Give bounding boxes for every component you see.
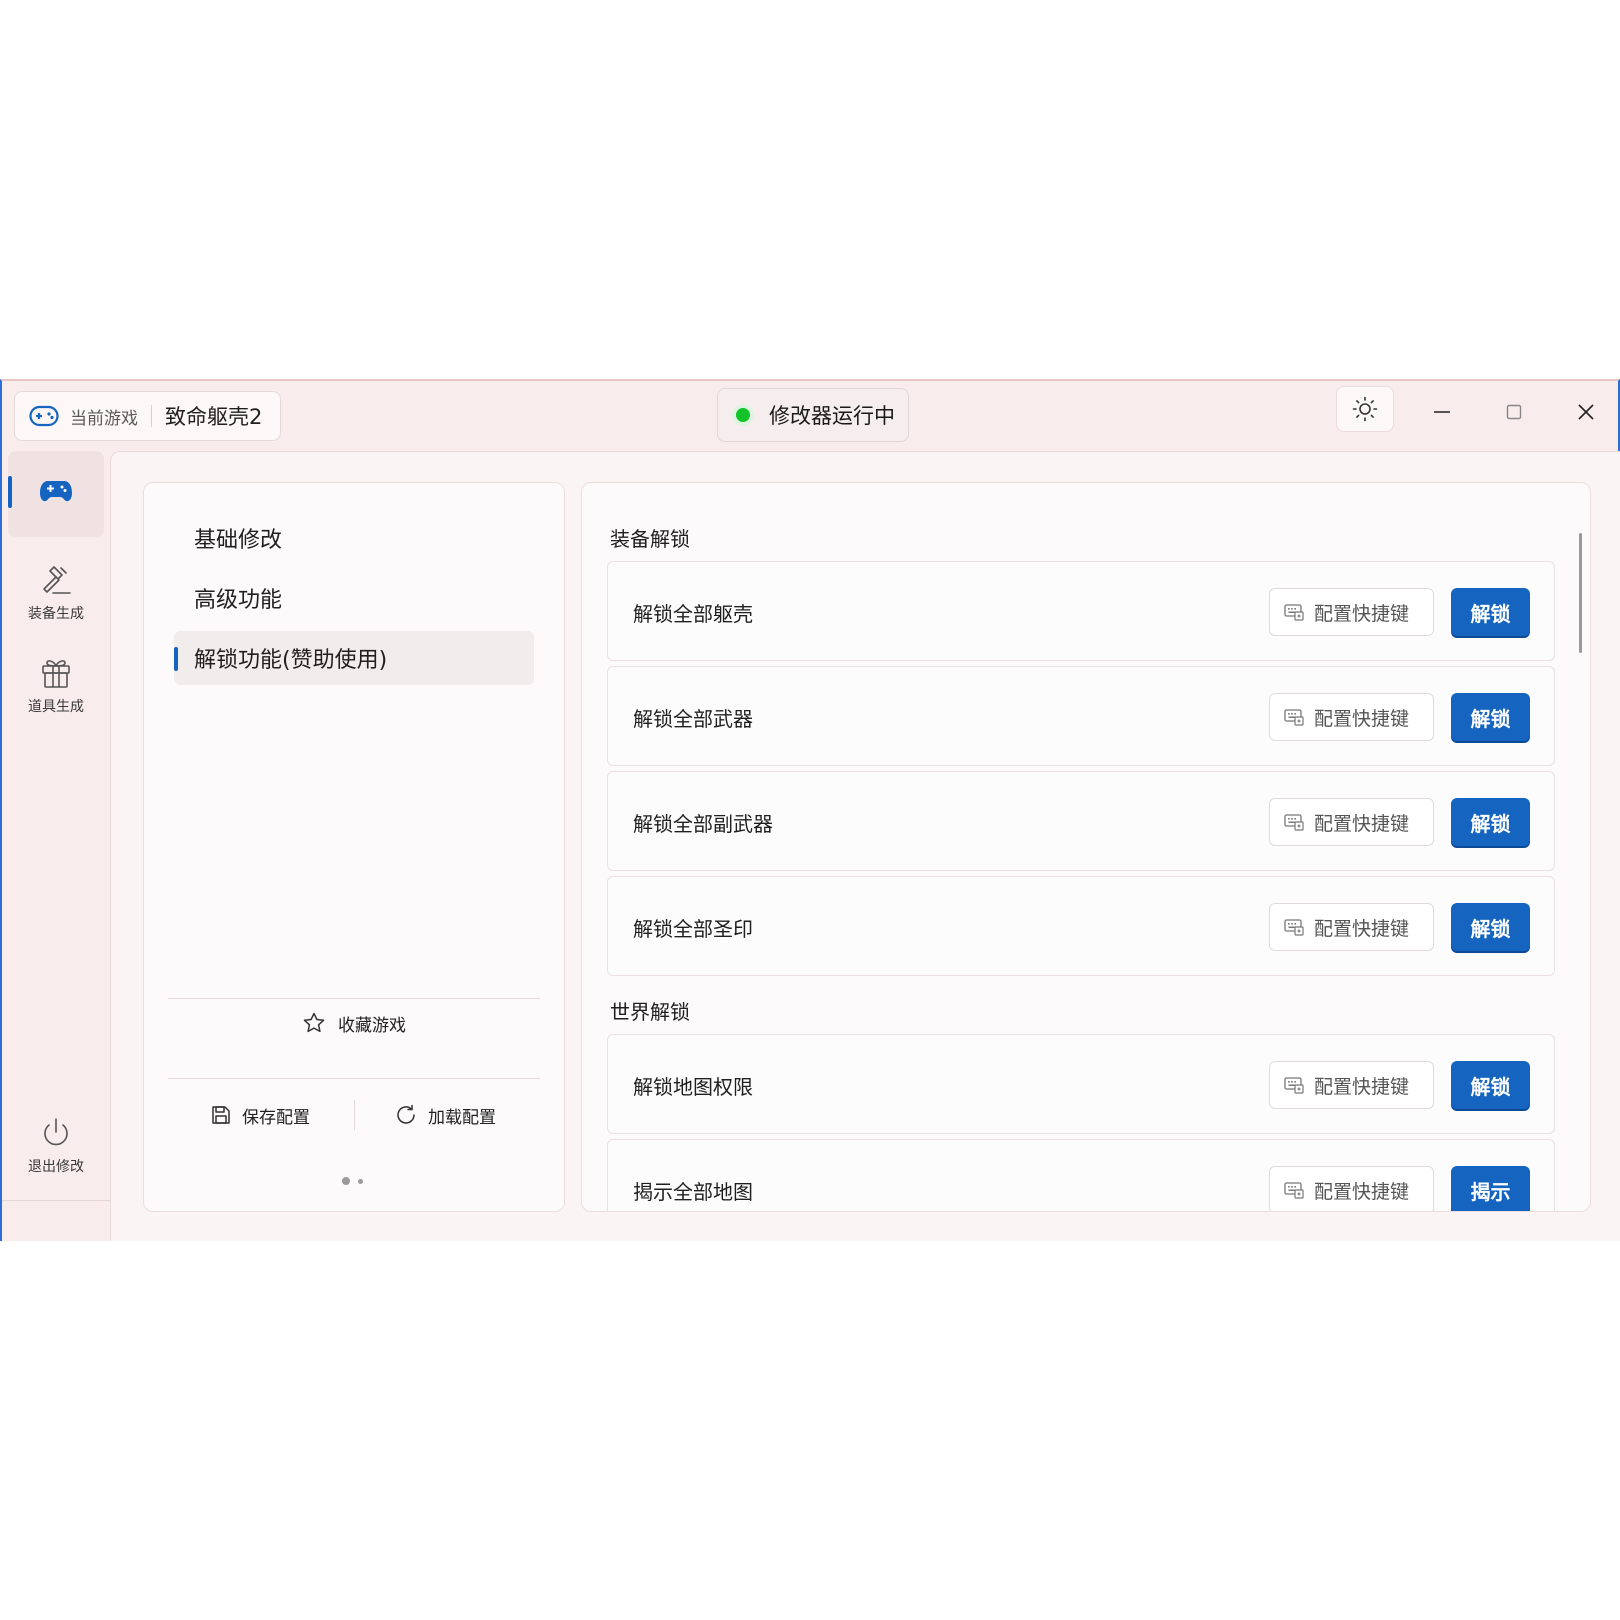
current-game-selector[interactable]: 当前游戏 致命躯壳2 — [14, 391, 281, 441]
configure-hotkey-label: 配置快捷键 — [1314, 812, 1410, 835]
sidebar-item-label: 道具生成 — [28, 699, 84, 715]
feature-list-panel: 装备解锁 解锁全部躯壳 配置快捷键 解锁 解锁全部武器 配置快捷键 解锁 解锁全… — [581, 482, 1591, 1212]
status-text: 修改器运行中 — [769, 404, 895, 428]
config-separator — [354, 1100, 355, 1130]
menu-active-indicator — [174, 647, 178, 671]
menu-item-basic[interactable]: 基础修改 — [174, 511, 534, 565]
sidebar-item-equipment[interactable]: 装备生成 — [8, 563, 104, 623]
status-indicator-dot — [736, 408, 750, 422]
keyboard-icon — [1284, 919, 1304, 936]
current-game-label: 当前游戏 — [70, 408, 138, 429]
status-badge: 修改器运行中 — [717, 388, 909, 442]
configure-hotkey-button[interactable]: 配置快捷键 — [1269, 1061, 1434, 1109]
page-indicator-dots — [342, 1177, 363, 1185]
minimize-icon — [1434, 411, 1450, 413]
sidebar-active-indicator — [8, 476, 12, 508]
configure-hotkey-label: 配置快捷键 — [1314, 1180, 1410, 1203]
gamepad-icon — [40, 481, 72, 502]
app-window: 当前游戏 致命躯壳2 修改器运行中 装备生成 道具生成 退出修改 基础修改 高级… — [0, 379, 1620, 1241]
sidebar-item-label: 装备生成 — [28, 606, 84, 622]
configure-hotkey-label: 配置快捷键 — [1314, 707, 1410, 730]
configure-hotkey-label: 配置快捷键 — [1314, 1075, 1410, 1098]
sun-icon — [1352, 396, 1378, 422]
sidebar: 装备生成 道具生成 退出修改 — [2, 451, 110, 1241]
star-icon — [303, 1012, 325, 1033]
theme-toggle-button[interactable] — [1336, 386, 1394, 432]
hammer-icon — [43, 566, 71, 594]
unlock-button[interactable]: 解锁 — [1451, 1061, 1530, 1109]
configure-hotkey-button[interactable]: 配置快捷键 — [1269, 693, 1434, 741]
gift-icon — [42, 660, 70, 688]
feature-row: 解锁全部武器 配置快捷键 解锁 — [607, 666, 1555, 766]
maximize-button[interactable] — [1496, 397, 1532, 427]
keyboard-icon — [1284, 1182, 1304, 1199]
feature-row: 解锁地图权限 配置快捷键 解锁 — [607, 1034, 1555, 1134]
refresh-icon — [397, 1104, 415, 1124]
feature-label: 揭示全部地图 — [633, 1179, 753, 1204]
feature-menu-panel: 基础修改 高级功能 解锁功能(赞助使用) 收藏游戏 保存配置 加载配置 — [143, 482, 565, 1212]
feature-row: 揭示全部地图 配置快捷键 揭示 — [607, 1139, 1555, 1211]
feature-label: 解锁全部躯壳 — [633, 601, 753, 626]
save-config-label: 保存配置 — [242, 1107, 310, 1128]
menu-item-advanced[interactable]: 高级功能 — [174, 571, 534, 625]
maximize-icon — [1506, 404, 1522, 420]
title-bar: 当前游戏 致命躯壳2 修改器运行中 — [2, 381, 1618, 451]
pill-separator — [151, 405, 152, 427]
minimize-button[interactable] — [1424, 397, 1460, 427]
keyboard-icon — [1284, 1077, 1304, 1094]
reveal-button[interactable]: 揭示 — [1451, 1166, 1530, 1211]
feature-label: 解锁全部武器 — [633, 706, 753, 731]
menu-divider — [168, 1078, 540, 1079]
favorite-game-button[interactable]: 收藏游戏 — [144, 1003, 564, 1043]
feature-label: 解锁全部圣印 — [633, 916, 753, 941]
feature-label: 解锁全部副武器 — [633, 811, 773, 836]
unlock-button[interactable]: 解锁 — [1451, 588, 1530, 636]
scrollbar-thumb[interactable] — [1579, 533, 1582, 653]
section-title-equipment: 装备解锁 — [610, 527, 690, 551]
power-icon — [44, 1118, 68, 1146]
feature-row: 解锁全部圣印 配置快捷键 解锁 — [607, 876, 1555, 976]
close-button[interactable] — [1568, 397, 1604, 427]
configure-hotkey-button[interactable]: 配置快捷键 — [1269, 588, 1434, 636]
exit-label: 退出修改 — [28, 1159, 84, 1175]
exit-button[interactable]: 退出修改 — [8, 1116, 104, 1176]
unlock-button[interactable]: 解锁 — [1451, 903, 1530, 951]
save-icon — [212, 1106, 230, 1124]
load-config-label: 加载配置 — [428, 1107, 496, 1128]
sidebar-item-game[interactable] — [8, 451, 104, 537]
configure-hotkey-label: 配置快捷键 — [1314, 917, 1410, 940]
close-icon — [1578, 404, 1594, 420]
keyboard-icon — [1284, 814, 1304, 831]
favorite-game-label: 收藏游戏 — [338, 1015, 406, 1036]
gamepad-icon — [29, 405, 59, 427]
feature-label: 解锁地图权限 — [633, 1074, 753, 1099]
save-config-button[interactable]: 保存配置 — [210, 1095, 310, 1135]
feature-row: 解锁全部躯壳 配置快捷键 解锁 — [607, 561, 1555, 661]
unlock-button[interactable]: 解锁 — [1451, 693, 1530, 741]
feature-row: 解锁全部副武器 配置快捷键 解锁 — [607, 771, 1555, 871]
load-config-button[interactable]: 加载配置 — [394, 1095, 496, 1135]
sidebar-item-items[interactable]: 道具生成 — [8, 656, 104, 716]
configure-hotkey-button[interactable]: 配置快捷键 — [1269, 798, 1434, 846]
menu-divider — [168, 998, 540, 999]
current-game-name: 致命躯壳2 — [165, 405, 263, 429]
configure-hotkey-label: 配置快捷键 — [1314, 602, 1410, 625]
configure-hotkey-button[interactable]: 配置快捷键 — [1269, 1166, 1434, 1211]
menu-item-unlock[interactable]: 解锁功能(赞助使用) — [174, 631, 534, 685]
keyboard-icon — [1284, 604, 1304, 621]
section-title-world: 世界解锁 — [610, 1000, 690, 1024]
page-dot-active — [342, 1177, 350, 1185]
configure-hotkey-button[interactable]: 配置快捷键 — [1269, 903, 1434, 951]
keyboard-icon — [1284, 709, 1304, 726]
main-content: 基础修改 高级功能 解锁功能(赞助使用) 收藏游戏 保存配置 加载配置 装备解锁… — [110, 451, 1620, 1241]
page-dot — [358, 1178, 363, 1184]
sidebar-divider — [2, 1200, 110, 1201]
unlock-button[interactable]: 解锁 — [1451, 798, 1530, 846]
